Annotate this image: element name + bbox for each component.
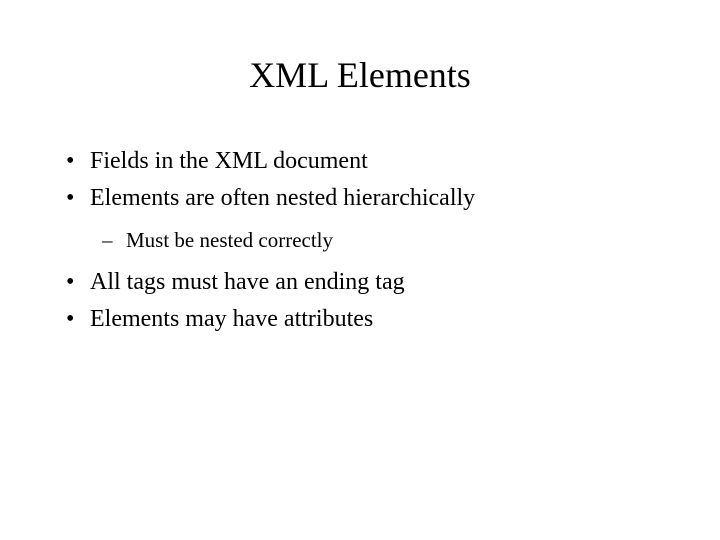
bullet-item: Fields in the XML document bbox=[60, 144, 660, 179]
bullet-item: Elements are often nested hierarchically bbox=[60, 181, 660, 216]
slide-title: XML Elements bbox=[60, 54, 660, 96]
bullet-text: Elements may have attributes bbox=[90, 306, 373, 332]
sub-bullet-text: Must be nested correctly bbox=[126, 228, 333, 252]
bullet-text: Elements are often nested hierarchically bbox=[90, 185, 475, 211]
bullet-text: Fields in the XML document bbox=[90, 148, 368, 174]
bullet-text: All tags must have an ending tag bbox=[90, 269, 405, 295]
bullet-item: All tags must have an ending tag bbox=[60, 265, 660, 300]
bullet-item: Elements may have attributes bbox=[60, 302, 660, 337]
sub-bullet-list: Must be nested correctly bbox=[60, 226, 660, 255]
sub-bullet-item: Must be nested correctly bbox=[60, 226, 660, 255]
slide: XML Elements Fields in the XML document … bbox=[0, 0, 720, 540]
bullet-list: All tags must have an ending tag Element… bbox=[60, 265, 660, 337]
bullet-list: Fields in the XML document Elements are … bbox=[60, 144, 660, 216]
